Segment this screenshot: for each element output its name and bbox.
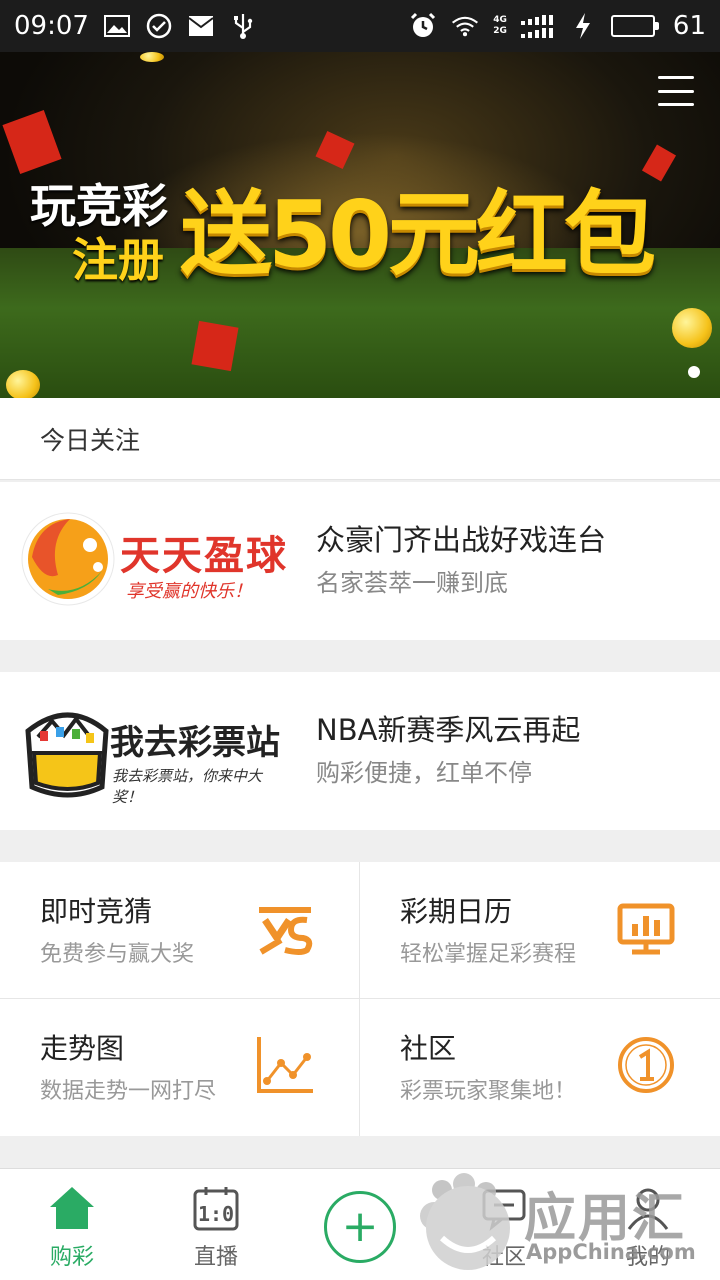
svg-text:1:0: 1:0 bbox=[198, 1202, 234, 1226]
grid-item-community[interactable]: 社区 彩票玩家聚集地！ bbox=[360, 999, 720, 1136]
battery-icon bbox=[610, 15, 659, 37]
tab-label: 我的 bbox=[625, 1245, 670, 1270]
tab-label: 购彩 bbox=[49, 1245, 94, 1270]
promo-card[interactable]: 我去彩票站 我去彩票站，你来中大奖！ NBA新赛季风云再起 购彩便捷，红单不停 bbox=[0, 672, 720, 830]
charging-icon bbox=[569, 12, 597, 40]
tab-live[interactable]: 1:0 直播 bbox=[144, 1169, 288, 1280]
signal-icon: 4G 2G bbox=[493, 15, 507, 37]
mail-icon bbox=[187, 12, 215, 40]
alarm-icon bbox=[409, 12, 437, 40]
tab-label: 社区 bbox=[481, 1245, 526, 1270]
community-icon bbox=[616, 1035, 676, 1095]
plus-icon[interactable]: + bbox=[324, 1191, 396, 1263]
bottom-tab-bar: 购彩 1:0 直播 + 社区 我的 bbox=[0, 1168, 720, 1280]
grid-item-live-guess[interactable]: 即时竞猜 免费参与赢大奖 bbox=[0, 862, 360, 999]
promo-title: NBA新赛季风云再起 bbox=[316, 713, 581, 747]
chat-icon bbox=[479, 1183, 529, 1233]
carousel-indicator[interactable] bbox=[688, 366, 700, 378]
status-time: 09:07 bbox=[14, 11, 89, 41]
home-icon bbox=[47, 1183, 97, 1233]
section-title: 今日关注 bbox=[0, 398, 720, 480]
status-bar: 09:07 4G 2G 61 bbox=[0, 0, 720, 52]
red-envelope-decoration bbox=[2, 110, 62, 174]
trend-chart-icon bbox=[255, 1035, 315, 1095]
promo-card[interactable]: 天天盈球 享受赢的快乐！ 众豪门齐出战好戏连台 名家荟萃一赚到底 bbox=[0, 482, 720, 640]
banner-headline: 送50元红包 bbox=[180, 181, 656, 288]
usb-icon bbox=[229, 12, 257, 40]
grid-item-trend[interactable]: 走势图 数据走势一网打尽 bbox=[0, 999, 360, 1136]
tab-label: 直播 bbox=[193, 1245, 238, 1270]
tab-buy-lottery[interactable]: 购彩 bbox=[0, 1169, 144, 1280]
check-circle-icon bbox=[145, 12, 173, 40]
calendar-chart-icon bbox=[616, 898, 676, 958]
feature-grid: 即时竞猜 免费参与赢大奖 彩期日历 轻松掌握足彩赛程 走势图 数据走势一网打尽 bbox=[0, 862, 720, 1136]
promo-banner[interactable]: 玩竞彩 注册 送50元红包 bbox=[0, 52, 720, 398]
versus-icon bbox=[255, 898, 315, 958]
user-icon bbox=[623, 1183, 673, 1233]
logo-title: 天天盈球 bbox=[120, 533, 288, 579]
wifi-icon bbox=[451, 12, 479, 40]
banner-line1: 玩竞彩 bbox=[30, 179, 168, 233]
coin-decoration bbox=[140, 52, 164, 62]
scoreboard-icon: 1:0 bbox=[191, 1183, 241, 1233]
red-envelope-decoration bbox=[191, 320, 239, 372]
network-4g: 4G bbox=[493, 15, 507, 25]
grid-item-calendar[interactable]: 彩期日历 轻松掌握足彩赛程 bbox=[360, 862, 720, 999]
promo-subtitle: 购彩便捷，红单不停 bbox=[316, 759, 532, 787]
logo-title: 我去彩票站 bbox=[110, 723, 280, 763]
tab-community[interactable]: 社区 bbox=[432, 1169, 576, 1280]
logo-slogan: 我去彩票站，你来中大奖！ bbox=[112, 767, 263, 806]
coin-decoration bbox=[672, 308, 712, 348]
menu-icon[interactable] bbox=[658, 76, 694, 106]
woqu-caipiaozhan-logo: 我去彩票站 我去彩票站，你来中大奖！ bbox=[18, 691, 288, 811]
tab-mine[interactable]: 我的 bbox=[576, 1169, 720, 1280]
signal-bars-icon bbox=[520, 14, 555, 38]
logo-slogan: 享受赢的快乐！ bbox=[126, 581, 252, 602]
tiantian-yingqiu-logo: 天天盈球 享受赢的快乐！ bbox=[18, 501, 288, 621]
promo-subtitle: 名家荟萃一赚到底 bbox=[316, 569, 508, 597]
image-icon bbox=[103, 12, 131, 40]
promo-title: 众豪门齐出战好戏连台 bbox=[316, 523, 607, 557]
network-2g: 2G bbox=[493, 26, 507, 36]
battery-level: 61 bbox=[672, 11, 706, 41]
tab-add[interactable]: + bbox=[288, 1169, 432, 1280]
banner-line2: 注册 bbox=[72, 233, 164, 287]
red-envelope-decoration bbox=[641, 144, 677, 182]
coin-decoration bbox=[6, 370, 40, 398]
